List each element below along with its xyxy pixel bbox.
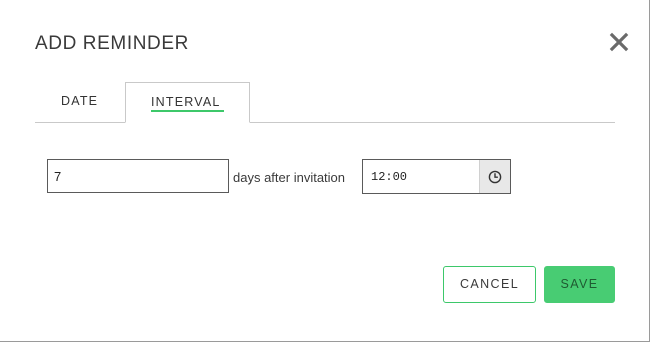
clock-icon[interactable] xyxy=(479,160,510,193)
save-button[interactable]: SAVE xyxy=(544,266,615,303)
dialog-title: ADD REMINDER xyxy=(35,33,189,54)
tab-interval-label: INTERVAL xyxy=(151,95,221,109)
tab-interval[interactable]: INTERVAL xyxy=(125,82,250,123)
days-after-invitation-label: days after invitation xyxy=(233,170,346,185)
add-reminder-dialog: ADD REMINDER DATE INTERVAL days after in… xyxy=(0,0,650,342)
tab-date[interactable]: DATE xyxy=(35,82,125,123)
days-input[interactable] xyxy=(47,159,229,193)
time-picker xyxy=(362,159,511,194)
cancel-button[interactable]: CANCEL xyxy=(443,266,536,303)
tab-date-label: DATE xyxy=(61,94,99,108)
close-icon[interactable] xyxy=(608,31,630,53)
tab-bar: DATE INTERVAL xyxy=(35,82,615,123)
active-tab-indicator xyxy=(151,110,224,112)
time-input[interactable] xyxy=(363,160,479,193)
